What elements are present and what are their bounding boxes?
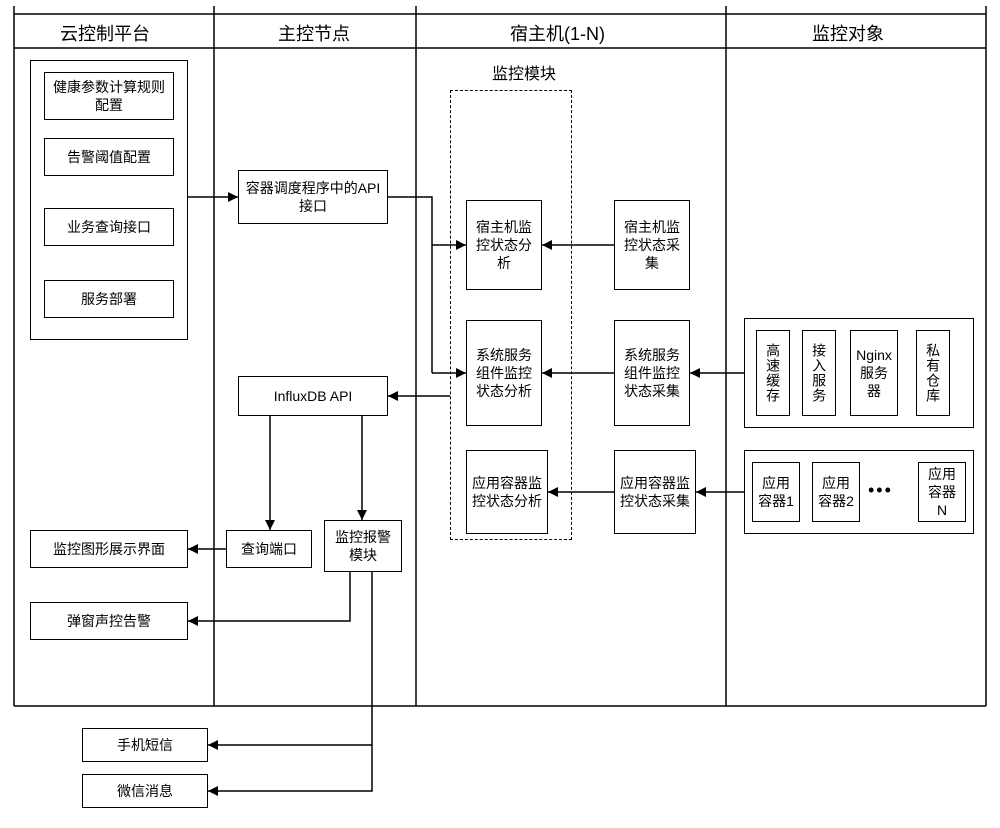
query-port: 查询端口 [226,530,312,568]
popup-audio-alarm: 弹窗声控告警 [30,602,188,640]
monitor-alarm-module: 监控报警模块 [324,520,402,572]
monitor-module-title: 监控模块 [492,60,556,84]
col-header-cloud-platform: 云控制平台 [60,20,150,46]
sms-notify: 手机短信 [82,728,208,762]
influxdb-api: InfluxDB API [238,376,388,416]
service-deploy: 服务部署 [44,280,174,318]
host-status-analysis: 宿主机监控状态分析 [466,200,542,290]
wechat-notify: 微信消息 [82,774,208,808]
app-container-n: 应用容器N [918,462,966,522]
access-service-label: 接入服务 [810,343,828,403]
alarm-threshold-config: 告警阈值配置 [44,138,174,176]
container-scheduler-api: 容器调度程序中的API接口 [238,170,388,224]
app-container-status-analysis: 应用容器监控状态分析 [466,450,548,534]
high-speed-cache: 高速缓存 [756,330,790,416]
col-header-master-node: 主控节点 [278,20,350,46]
sys-service-status-analysis: 系统服务组件监控状态分析 [466,320,542,426]
col-header-monitored-object: 监控对象 [812,20,884,46]
app-container-2: 应用容器2 [812,462,860,522]
private-repo-label: 私有仓库 [924,343,942,403]
col-header-host-machine: 宿主机(1-N) [510,20,605,46]
app-container-1: 应用容器1 [752,462,800,522]
host-status-collect: 宿主机监控状态采集 [614,200,690,290]
nginx-server-label: Nginx服务器 [856,346,892,401]
sys-service-status-collect: 系统服务组件监控状态采集 [614,320,690,426]
biz-query-interface: 业务查询接口 [44,208,174,246]
access-service: 接入服务 [802,330,836,416]
high-speed-cache-label: 高速缓存 [764,343,782,403]
nginx-server: Nginx服务器 [850,330,898,416]
app-container-status-collect: 应用容器监控状态采集 [614,450,696,534]
monitor-graph-ui: 监控图形展示界面 [30,530,188,568]
private-repo: 私有仓库 [916,330,950,416]
health-param-config: 健康参数计算规则配置 [44,72,174,120]
app-container-ellipsis: ••• [868,480,893,501]
